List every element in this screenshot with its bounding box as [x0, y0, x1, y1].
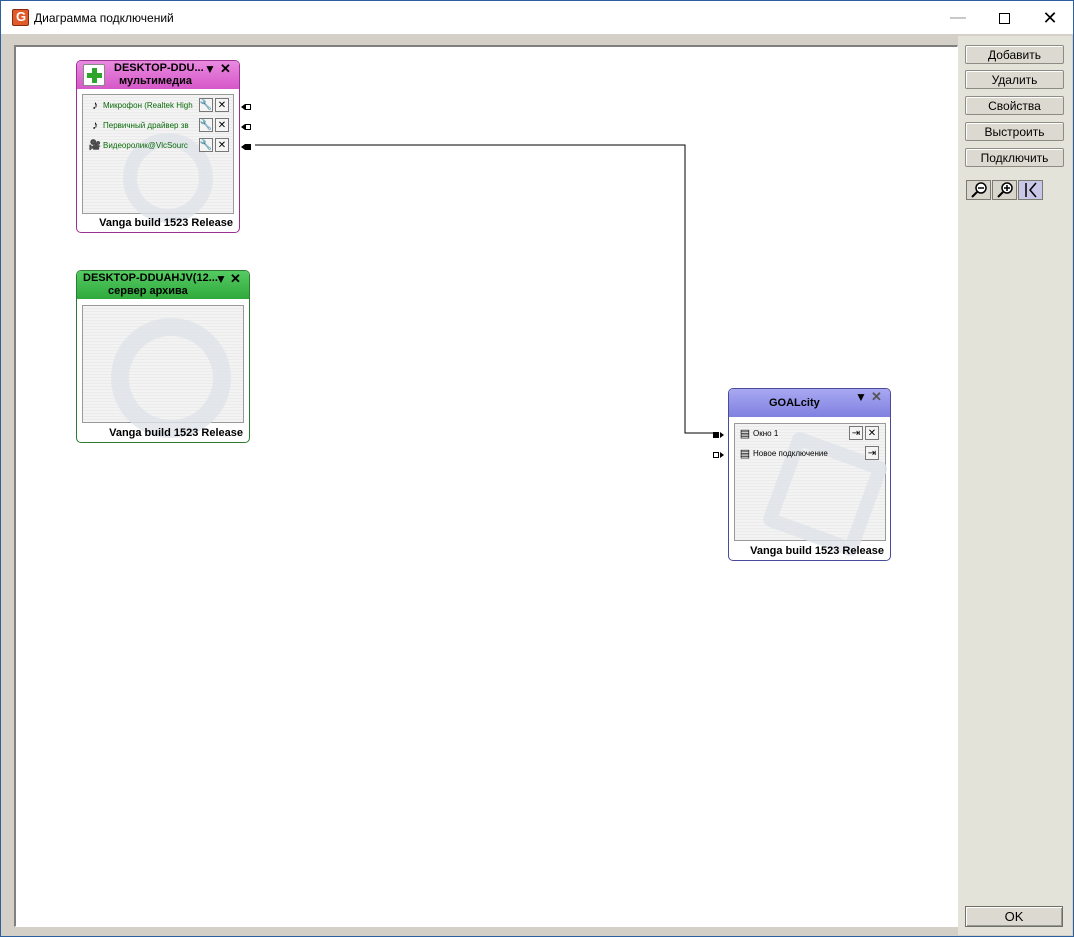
zoom-out-icon — [970, 182, 987, 198]
list-item[interactable]: ♪ Микрофон (Realtek High 🔧 ✕ — [87, 97, 229, 113]
film-reel-watermark-icon — [111, 318, 231, 438]
node-header[interactable]: DESKTOP-DDU... мультимедиа ▼ ✕ — [77, 61, 239, 89]
close-icon: ✕ — [1042, 7, 1058, 28]
close-node-icon[interactable]: ✕ — [230, 271, 241, 287]
input-port[interactable] — [713, 431, 724, 439]
remove-icon[interactable]: ✕ — [865, 426, 879, 440]
minimize-icon: — — [950, 9, 966, 26]
list-item[interactable]: ▤ Новое подключение ⇥ — [737, 445, 879, 461]
row-label: Первичный драйвер зв — [103, 120, 189, 130]
pointer-mode-icon — [1024, 182, 1037, 198]
remove-icon[interactable]: ✕ — [215, 138, 229, 152]
add-icon[interactable] — [83, 64, 105, 86]
row-label: Новое подключение — [753, 448, 828, 458]
maximize-icon — [998, 12, 1010, 24]
node-footer: Vanga build 1523 Release — [109, 427, 243, 439]
settings-wrench-icon[interactable]: 🔧 — [199, 138, 213, 152]
list-item[interactable]: 🎥 Видеоролик@VlcSourc 🔧 ✕ — [87, 137, 229, 153]
node-title: GOALcity — [769, 397, 820, 409]
input-port[interactable] — [713, 451, 724, 459]
node-header[interactable]: DESKTOP-DDUAHJV(12... сервер архива ▼ ✕ — [77, 271, 249, 299]
music-note-icon: ♪ — [92, 98, 98, 112]
maximize-button[interactable] — [981, 1, 1027, 35]
list-item[interactable]: ▤ Окно 1 ⇥ ✕ — [737, 425, 879, 441]
node-footer: Vanga build 1523 Release — [99, 217, 233, 229]
list-item[interactable]: ♪ Первичный драйвер зв 🔧 ✕ — [87, 117, 229, 133]
node-subtitle: мультимедиа — [119, 75, 193, 87]
row-label: Окно 1 — [753, 428, 779, 438]
minimize-button[interactable]: — — [935, 1, 981, 35]
node-archive-server[interactable]: DESKTOP-DDUAHJV(12... сервер архива ▼ ✕ … — [76, 270, 250, 443]
node-body — [82, 305, 244, 438]
ok-button[interactable]: OK — [965, 906, 1063, 927]
delete-button[interactable]: Удалить — [965, 70, 1064, 89]
output-port[interactable] — [241, 143, 251, 151]
monitor-window-icon: ▤ — [739, 447, 751, 460]
node-title: DESKTOP-DDU... — [114, 62, 204, 74]
monitor-window-icon: ▤ — [739, 427, 751, 440]
output-port[interactable] — [241, 123, 251, 131]
node-footer: Vanga build 1523 Release — [750, 545, 884, 557]
add-button[interactable]: Добавить — [965, 45, 1064, 64]
remove-icon[interactable]: ✕ — [215, 98, 229, 112]
title-bar: Диаграмма подключений — ✕ — [1, 1, 1073, 35]
output-port[interactable] — [241, 103, 251, 111]
expand-icon[interactable]: ⇥ — [865, 446, 879, 460]
remove-icon[interactable]: ✕ — [215, 118, 229, 132]
node-subtitle: сервер архива — [108, 285, 188, 297]
node-title: DESKTOP-DDUAHJV(12... — [83, 272, 218, 284]
app-logo-icon — [12, 9, 29, 26]
dropdown-arrow-icon[interactable]: ▼ — [855, 390, 867, 404]
row-label: Видеоролик@VlcSourc — [103, 140, 188, 150]
right-panel — [958, 36, 1072, 935]
diagram-canvas[interactable]: DESKTOP-DDU... мультимедиа ▼ ✕ ♪ Микрофо… — [14, 45, 958, 927]
node-goalcity[interactable]: GOALcity ▼ ✕ ▤ Окно 1 ⇥ ✕ ▤ Новое подклю… — [728, 388, 891, 561]
window-title: Диаграмма подключений — [34, 11, 174, 25]
arrange-button[interactable]: Выстроить — [965, 122, 1064, 141]
zoom-in-icon — [996, 182, 1013, 198]
pointer-mode-button[interactable] — [1018, 180, 1043, 200]
dropdown-arrow-icon[interactable]: ▼ — [204, 62, 216, 76]
zoom-out-button[interactable] — [966, 180, 991, 200]
properties-button[interactable]: Свойства — [965, 96, 1064, 115]
video-camera-icon: 🎥 — [88, 139, 102, 151]
row-label: Микрофон (Realtek High — [103, 100, 193, 110]
settings-wrench-icon[interactable]: 🔧 — [199, 98, 213, 112]
close-node-icon[interactable]: ✕ — [871, 389, 882, 405]
settings-wrench-icon[interactable]: 🔧 — [199, 118, 213, 132]
expand-icon[interactable]: ⇥ — [849, 426, 863, 440]
node-multimedia[interactable]: DESKTOP-DDU... мультимедиа ▼ ✕ ♪ Микрофо… — [76, 60, 240, 233]
close-node-icon[interactable]: ✕ — [220, 61, 231, 77]
zoom-in-button[interactable] — [992, 180, 1017, 200]
dropdown-arrow-icon[interactable]: ▼ — [215, 272, 227, 286]
connect-button[interactable]: Подключить — [965, 148, 1064, 167]
music-note-icon: ♪ — [92, 118, 98, 132]
close-button[interactable]: ✕ — [1027, 1, 1073, 35]
node-header[interactable]: GOALcity ▼ ✕ — [729, 389, 890, 417]
